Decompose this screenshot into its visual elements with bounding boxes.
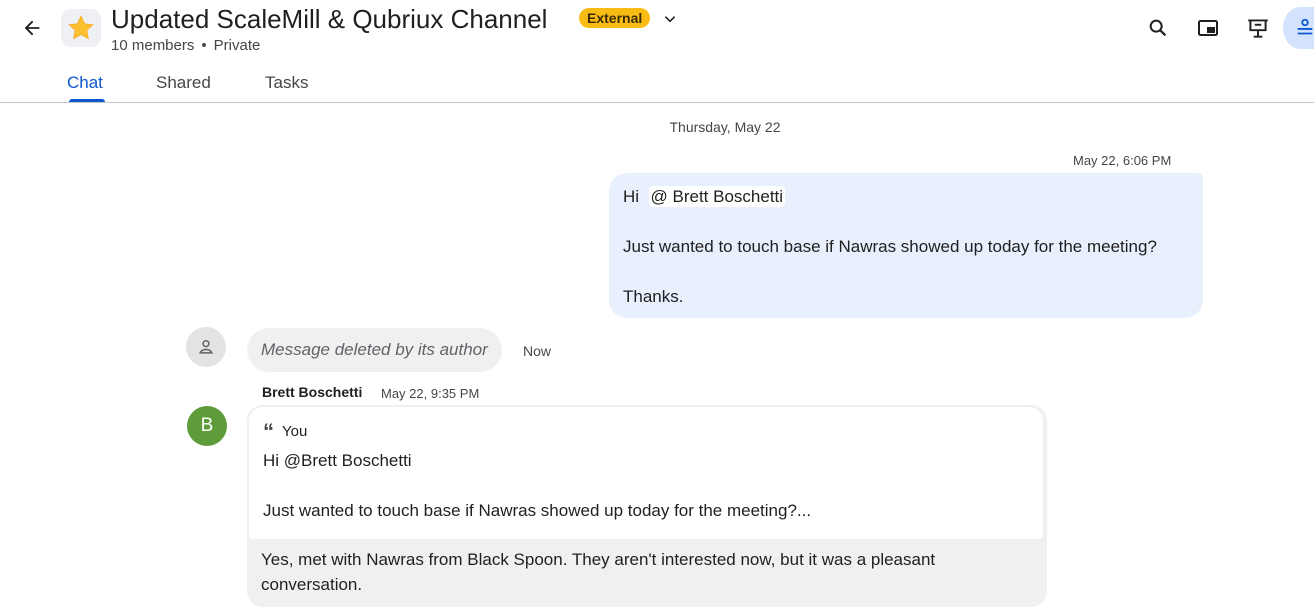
my-message-line2: Just wanted to touch base if Nawras show…	[623, 237, 1157, 256]
present-button[interactable]	[1240, 10, 1276, 46]
member-count[interactable]: 10 members	[111, 37, 194, 54]
picture-in-picture-icon	[1198, 20, 1218, 36]
quote-author: You	[282, 423, 308, 440]
quoted-message-card[interactable]: “ You Hi @Brett Boschetti Just wanted to…	[249, 407, 1043, 539]
reply-text: Yes, met with Nawras from Black Spoon. T…	[261, 550, 936, 594]
chevron-down-icon	[664, 16, 676, 23]
sender-name[interactable]: Brett Boschetti	[262, 384, 362, 400]
side-panel-icon	[1297, 18, 1313, 35]
tabs-divider	[0, 102, 1314, 103]
avatar[interactable]: B	[187, 406, 227, 446]
space-avatar[interactable]	[61, 9, 101, 47]
present-icon	[1248, 19, 1268, 38]
privacy-label: Private	[213, 37, 261, 54]
my-message-time: May 22, 6:06 PM	[1073, 153, 1172, 168]
tab-shared[interactable]: Shared	[156, 73, 211, 93]
back-arrow-icon	[24, 20, 40, 36]
person-icon	[198, 340, 214, 354]
reply-message-bubble[interactable]: “ You Hi @Brett Boschetti Just wanted to…	[247, 405, 1047, 607]
external-badge: External	[579, 8, 651, 28]
my-message-bubble[interactable]: Hi @ Brett Boschetti Just wanted to touc…	[609, 173, 1203, 318]
greeting-text: Hi	[623, 187, 640, 206]
tab-chat[interactable]: Chat	[67, 73, 103, 93]
separator-dot: •	[201, 37, 207, 54]
tab-tasks[interactable]: Tasks	[265, 73, 308, 93]
quote-line1: Hi @Brett Boschetti	[263, 451, 412, 470]
my-message-line1: Hi @ Brett Boschetti	[623, 184, 1189, 209]
quote-line2: Just wanted to touch base if Nawras show…	[263, 501, 812, 520]
side-panel-button[interactable]	[1283, 7, 1314, 49]
picture-in-picture-button[interactable]	[1190, 10, 1226, 46]
deleted-message-time: Now	[523, 343, 552, 359]
back-button[interactable]	[16, 12, 48, 44]
space-subtitle: 10 members • Private	[111, 37, 260, 54]
star-icon	[68, 15, 94, 40]
date-separator: Thursday, May 22	[669, 119, 781, 135]
space-title[interactable]: Updated ScaleMill & Qubriux Channel	[111, 2, 547, 36]
mention-chip[interactable]: @ Brett Boschetti	[648, 186, 786, 207]
reply-time: May 22, 9:35 PM	[381, 386, 480, 401]
search-icon	[1149, 19, 1167, 37]
search-button[interactable]	[1140, 10, 1176, 46]
quote-header: “ You	[263, 418, 1029, 444]
space-menu-dropdown[interactable]	[660, 9, 680, 29]
quote-icon: “	[263, 418, 274, 444]
deleted-message-bubble: Message deleted by its author	[247, 328, 502, 372]
deleted-user-avatar	[186, 327, 226, 367]
my-message-line3: Thanks.	[623, 287, 684, 306]
